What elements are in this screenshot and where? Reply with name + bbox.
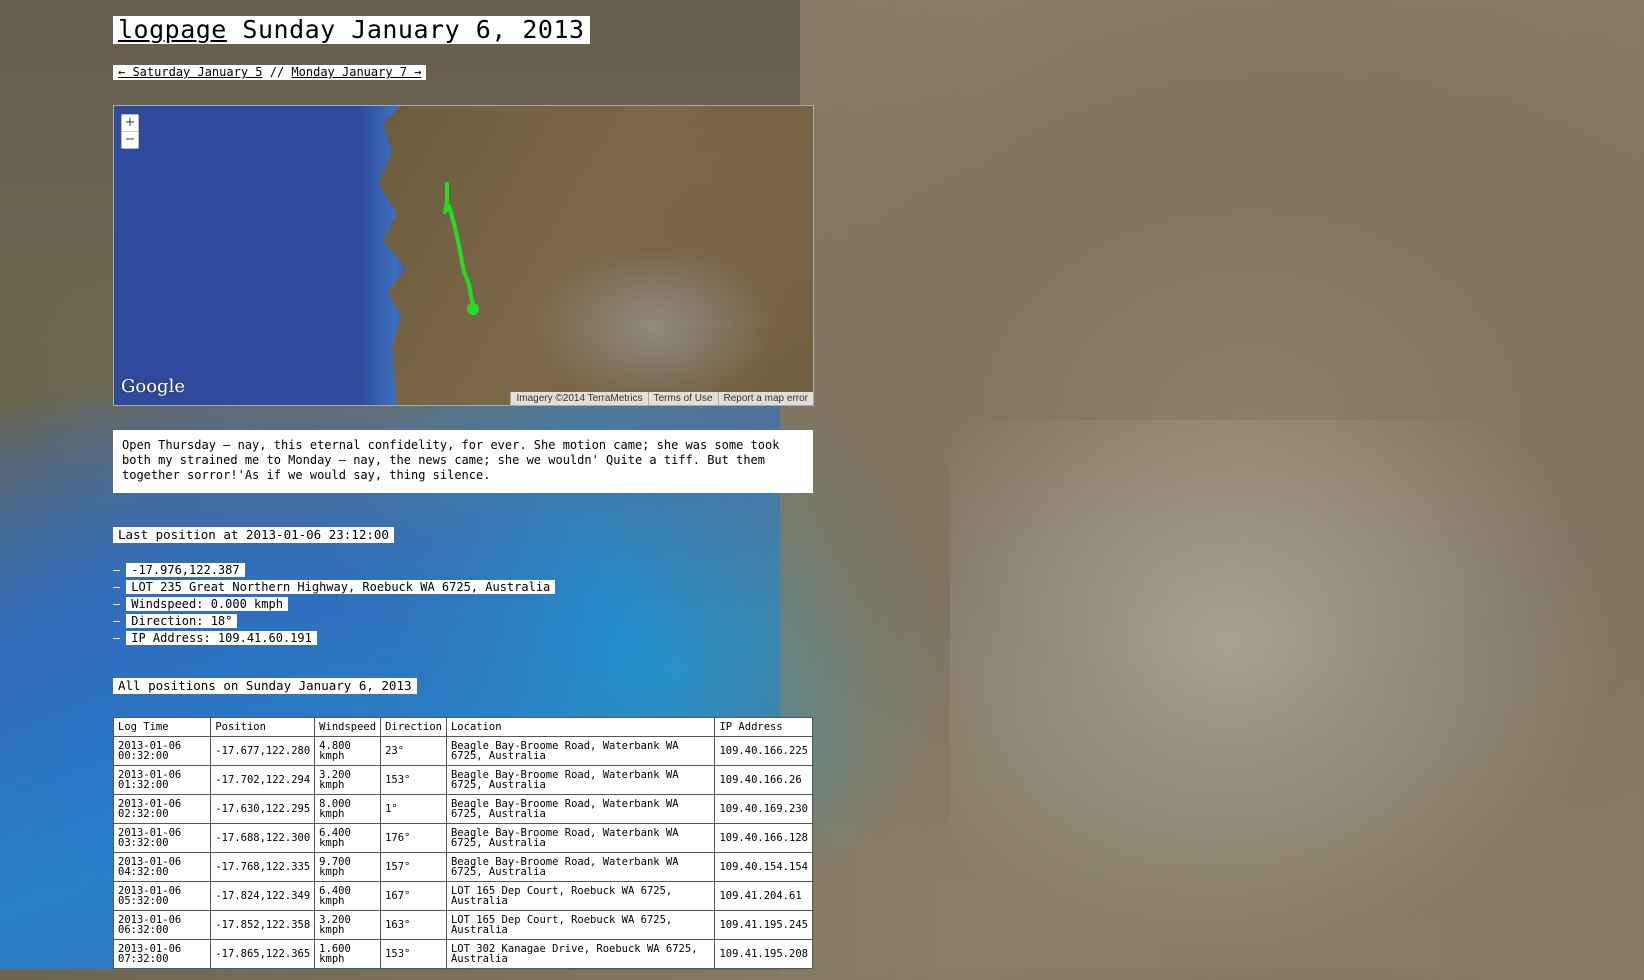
all-positions-heading: All positions on Sunday January 6, 2013 <box>113 678 417 694</box>
table-row: 2013-01-06 05:32:00 -17.824,122.349 6.400 … <box>112 881 813 911</box>
cell-direction: 1° <box>380 794 447 824</box>
track-line <box>443 182 479 315</box>
cell-ip-address: 109.40.154.154 <box>714 852 813 882</box>
cell-direction: 176° <box>380 823 447 853</box>
table-row: 2013-01-06 01:32:00 -17.702,122.294 3.200 … <box>112 765 813 795</box>
list-item: – Direction: 18° <box>113 614 555 629</box>
cell-windspeed: 3.200 kmph <box>314 765 382 795</box>
cell-ip-address: 109.40.166.128 <box>714 823 813 853</box>
cell-windspeed: 3.200 kmph <box>314 910 382 940</box>
cell-direction: 153° <box>380 939 447 969</box>
table-row: 2013-01-06 00:32:00 -17.677,122.280 4.800 … <box>112 736 813 766</box>
cell-log-time: 2013-01-06 05:32:00 <box>112 881 212 911</box>
list-item: – LOT 235 Great Northern Highway, Roebuck… <box>113 580 556 595</box>
google-logo: Google <box>121 376 185 397</box>
cell-windspeed: 1.600 kmph <box>314 939 382 969</box>
cell-location: LOT 165 Dep Court, Roebuck WA 6725, Aust… <box>445 881 716 911</box>
table-row: 2013-01-06 07:32:00 -17.865,122.365 1.600 … <box>112 939 813 969</box>
col-log-time: Log Time <box>112 717 212 737</box>
col-direction: Direction <box>380 717 447 737</box>
background-cloud <box>950 420 1644 980</box>
cell-position: -17.852,122.358 <box>210 910 316 940</box>
cell-direction: 157° <box>380 852 447 882</box>
cell-direction: 23° <box>380 736 447 766</box>
list-item: – -17.976,122.387 <box>113 563 555 578</box>
table-row: 2013-01-06 06:32:00 -17.852,122.358 3.200 … <box>112 910 813 940</box>
cell-log-time: 2013-01-06 07:32:00 <box>112 939 212 969</box>
cell-log-time: 2013-01-06 06:32:00 <box>112 910 212 940</box>
table-row: 2013-01-06 02:32:00 -17.630,122.295 8.000 … <box>112 794 813 824</box>
last-position-list: – -17.976,122.387 – LOT 235 Great Northern… <box>113 563 556 648</box>
cell-location: LOT 302 Kanagae Drive, Roebuck WA 6725, … <box>445 939 716 969</box>
cell-position: -17.768,122.335 <box>210 852 316 882</box>
zoom-out-button[interactable]: − <box>122 131 138 148</box>
cell-position: -17.865,122.365 <box>210 939 316 969</box>
cell-windspeed: 9.700 kmph <box>314 852 382 882</box>
table-row: 2013-01-06 03:32:00 -17.688,122.300 6.400 … <box>112 823 813 853</box>
cell-ip-address: 109.41.204.61 <box>714 881 813 911</box>
list-item: – IP Address: 109.41.60.191 <box>113 631 555 646</box>
cell-position: -17.702,122.294 <box>210 765 316 795</box>
cell-location: Beagle Bay-Broome Road, Waterbank WA 672… <box>445 823 716 853</box>
cell-windspeed: 8.000 kmph <box>314 794 382 824</box>
last-ip: IP Address: 109.41.60.191 <box>126 631 317 645</box>
cell-log-time: 2013-01-06 03:32:00 <box>112 823 212 853</box>
cell-windspeed: 6.400 kmph <box>314 823 382 853</box>
last-address: LOT 235 Great Northern Highway, Roebuck … <box>126 580 556 594</box>
map-zoom-control: + − <box>121 114 139 149</box>
report-map-error-link[interactable]: Report a map error <box>717 392 813 405</box>
col-location: Location <box>445 717 716 737</box>
cell-windspeed: 4.800 kmph <box>314 736 382 766</box>
terms-of-use-link[interactable]: Terms of Use <box>647 392 718 405</box>
col-windspeed: Windspeed <box>314 717 382 737</box>
next-day-link[interactable]: Monday January 7 → <box>291 65 421 79</box>
zoom-in-button[interactable]: + <box>122 115 138 131</box>
logpage-home-link[interactable]: logpage <box>118 15 227 44</box>
cell-log-time: 2013-01-06 00:32:00 <box>112 736 212 766</box>
cell-direction: 163° <box>380 910 447 940</box>
map-attribution: Imagery ©2014 TerraMetrics Terms of Use … <box>510 392 813 405</box>
last-coords: -17.976,122.387 <box>126 563 245 577</box>
cell-position: -17.688,122.300 <box>210 823 316 853</box>
last-position-heading: Last position at 2013-01-06 23:12:00 <box>113 527 394 543</box>
cell-location: Beagle Bay-Broome Road, Waterbank WA 672… <box>445 736 716 766</box>
last-direction: Direction: 18° <box>126 614 238 628</box>
cell-ip-address: 109.41.195.245 <box>714 910 813 940</box>
positions-table: Log Time Position Windspeed Direction Lo… <box>112 717 813 969</box>
daynav-separator: // <box>269 65 285 79</box>
cell-direction: 153° <box>380 765 447 795</box>
cell-log-time: 2013-01-06 04:32:00 <box>112 852 212 882</box>
table-row: 2013-01-06 04:32:00 -17.768,122.335 9.700 … <box>112 852 813 882</box>
last-windspeed: Windspeed: 0.000 kmph <box>126 597 288 611</box>
cell-log-time: 2013-01-06 02:32:00 <box>112 794 212 824</box>
list-item: – Windspeed: 0.000 kmph <box>113 597 555 612</box>
cell-ip-address: 109.40.166.26 <box>714 765 813 795</box>
cell-location: Beagle Bay-Broome Road, Waterbank WA 672… <box>445 852 716 882</box>
page-title: logpage Sunday January 6, 2013 <box>113 16 590 44</box>
date-title: Sunday January 6, 2013 <box>242 15 585 44</box>
track-map[interactable]: + − Google Imagery ©2014 TerraMetrics Te… <box>113 105 814 406</box>
col-ip-address: IP Address <box>714 717 813 737</box>
imagery-credit: Imagery ©2014 TerraMetrics <box>510 392 648 405</box>
log-note: Open Thursday – nay, this eternal confid… <box>113 430 813 493</box>
cell-windspeed: 6.400 kmph <box>314 881 382 911</box>
table-header-row: Log Time Position Windspeed Direction Lo… <box>112 717 813 737</box>
positions-table-body: 2013-01-06 00:32:00 -17.677,122.280 4.800 … <box>112 736 813 969</box>
cell-ip-address: 109.40.166.225 <box>714 736 813 766</box>
cell-direction: 167° <box>380 881 447 911</box>
cell-log-time: 2013-01-06 01:32:00 <box>112 765 212 795</box>
col-position: Position <box>210 717 316 737</box>
prev-day-link[interactable]: ← Saturday January 5 <box>118 65 263 79</box>
cell-position: -17.677,122.280 <box>210 736 316 766</box>
cell-location: Beagle Bay-Broome Road, Waterbank WA 672… <box>445 794 716 824</box>
cell-location: LOT 165 Dep Court, Roebuck WA 6725, Aust… <box>445 910 716 940</box>
day-navigation: ← Saturday January 5 // Monday January 7… <box>113 65 427 80</box>
cell-location: Beagle Bay-Broome Road, Waterbank WA 672… <box>445 765 716 795</box>
cell-ip-address: 109.41.195.208 <box>714 939 813 969</box>
cell-position: -17.630,122.295 <box>210 794 316 824</box>
track-end-marker <box>467 303 479 315</box>
cell-position: -17.824,122.349 <box>210 881 316 911</box>
cell-ip-address: 109.40.169.230 <box>714 794 813 824</box>
